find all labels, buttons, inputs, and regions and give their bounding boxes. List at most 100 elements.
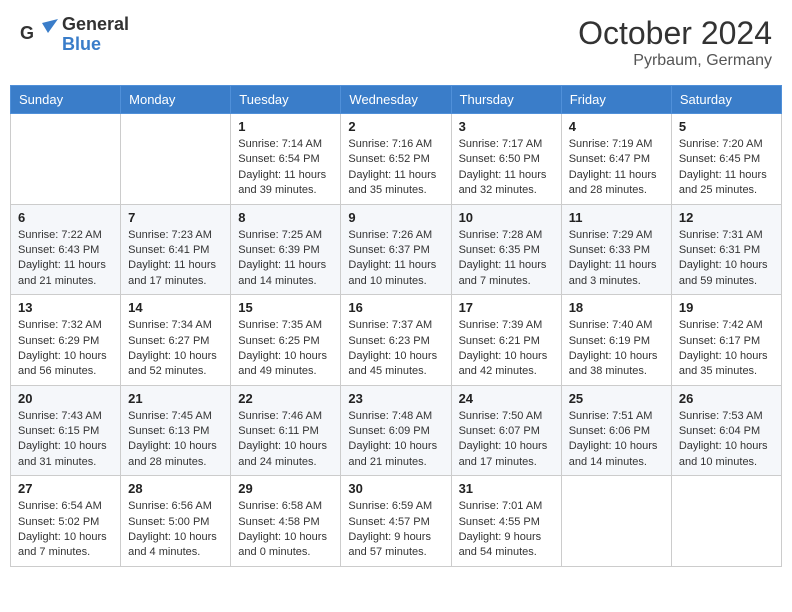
day-number: 23 [348, 391, 443, 406]
day-info: Sunrise: 7:37 AMSunset: 6:23 PMDaylight:… [348, 318, 443, 380]
calendar-cell: 27 Sunrise: 6:54 AMSunset: 5:02 PMDayligh… [11, 476, 121, 567]
day-number: 15 [238, 300, 333, 315]
week-row-4: 20 Sunrise: 7:43 AMSunset: 6:15 PMDayligh… [11, 385, 782, 476]
calendar-cell [11, 114, 121, 205]
page-header: G General Blue October 2024 Pyrbaum, Ger… [10, 10, 782, 75]
day-info: Sunrise: 7:20 AMSunset: 6:45 PMDaylight:… [679, 137, 774, 199]
day-number: 26 [679, 391, 774, 406]
day-info: Sunrise: 7:45 AMSunset: 6:13 PMDaylight:… [128, 409, 223, 471]
day-info: Sunrise: 7:25 AMSunset: 6:39 PMDaylight:… [238, 228, 333, 290]
calendar-cell: 22Sunrise: 7:46 AMSunset: 6:11 PMDayligh… [231, 385, 341, 476]
calendar-cell: 5 Sunrise: 7:20 AMSunset: 6:45 PMDaylight… [671, 114, 781, 205]
week-row-5: 27 Sunrise: 6:54 AMSunset: 5:02 PMDayligh… [11, 476, 782, 567]
day-info: Sunrise: 7:32 AMSunset: 6:29 PMDaylight:… [18, 318, 113, 380]
logo-line2: Blue [62, 35, 129, 55]
day-info: Sunrise: 7:22 AMSunset: 6:43 PMDaylight:… [18, 228, 113, 290]
calendar-cell: 13 Sunrise: 7:32 AMSunset: 6:29 PMDayligh… [11, 295, 121, 386]
day-number: 3 [459, 119, 554, 134]
day-number: 27 [18, 481, 113, 496]
calendar-cell: 30 Sunrise: 6:59 AMSunset: 4:57 PMDayligh… [341, 476, 451, 567]
day-info: Sunrise: 7:29 AMSunset: 6:33 PMDaylight:… [569, 228, 664, 290]
day-number: 19 [679, 300, 774, 315]
day-info: Sunrise: 7:42 AMSunset: 6:17 PMDaylight:… [679, 318, 774, 380]
calendar-cell: 24 Sunrise: 7:50 AMSunset: 6:07 PMDayligh… [451, 385, 561, 476]
day-info: Sunrise: 6:56 AMSunset: 5:00 PMDaylight:… [128, 499, 223, 561]
logo-icon: G [20, 19, 58, 51]
calendar-cell: 2 Sunrise: 7:16 AMSunset: 6:52 PMDaylight… [341, 114, 451, 205]
week-row-1: 1 Sunrise: 7:14 AMSunset: 6:54 PMDaylight… [11, 114, 782, 205]
day-info: Sunrise: 7:35 AMSunset: 6:25 PMDaylight:… [238, 318, 333, 380]
day-number: 17 [459, 300, 554, 315]
calendar-cell: 31 Sunrise: 7:01 AMSunset: 4:55 PMDayligh… [451, 476, 561, 567]
calendar-cell: 20 Sunrise: 7:43 AMSunset: 6:15 PMDayligh… [11, 385, 121, 476]
day-info: Sunrise: 7:39 AMSunset: 6:21 PMDaylight:… [459, 318, 554, 380]
day-number: 11 [569, 210, 664, 225]
day-info: Sunrise: 7:51 AMSunset: 6:06 PMDaylight:… [569, 409, 664, 471]
calendar-cell: 19 Sunrise: 7:42 AMSunset: 6:17 PMDayligh… [671, 295, 781, 386]
calendar-cell: 1 Sunrise: 7:14 AMSunset: 6:54 PMDaylight… [231, 114, 341, 205]
day-number: 22 [238, 391, 333, 406]
calendar-cell: 3Sunrise: 7:17 AMSunset: 6:50 PMDaylight… [451, 114, 561, 205]
day-number: 28 [128, 481, 223, 496]
month-year: October 2024 [578, 15, 772, 52]
logo-line1: General [62, 15, 129, 35]
calendar-cell: 15 Sunrise: 7:35 AMSunset: 6:25 PMDayligh… [231, 295, 341, 386]
logo: G General Blue [20, 15, 129, 55]
day-number: 16 [348, 300, 443, 315]
calendar-cell: 23 Sunrise: 7:48 AMSunset: 6:09 PMDayligh… [341, 385, 451, 476]
day-info: Sunrise: 7:43 AMSunset: 6:15 PMDaylight:… [18, 409, 113, 471]
day-info: Sunrise: 7:48 AMSunset: 6:09 PMDaylight:… [348, 409, 443, 471]
day-number: 2 [348, 119, 443, 134]
weekday-header-friday: Friday [561, 86, 671, 114]
day-number: 6 [18, 210, 113, 225]
day-number: 14 [128, 300, 223, 315]
calendar-cell: 4Sunrise: 7:19 AMSunset: 6:47 PMDaylight… [561, 114, 671, 205]
day-info: Sunrise: 7:16 AMSunset: 6:52 PMDaylight:… [348, 137, 443, 199]
calendar-cell: 8 Sunrise: 7:25 AMSunset: 6:39 PMDaylight… [231, 204, 341, 295]
day-number: 30 [348, 481, 443, 496]
calendar-cell: 21 Sunrise: 7:45 AMSunset: 6:13 PMDayligh… [121, 385, 231, 476]
day-info: Sunrise: 7:14 AMSunset: 6:54 PMDaylight:… [238, 137, 333, 199]
day-number: 5 [679, 119, 774, 134]
calendar-cell: 28 Sunrise: 6:56 AMSunset: 5:00 PMDayligh… [121, 476, 231, 567]
day-number: 18 [569, 300, 664, 315]
day-number: 24 [459, 391, 554, 406]
calendar-cell [561, 476, 671, 567]
day-info: Sunrise: 6:59 AMSunset: 4:57 PMDaylight:… [348, 499, 443, 561]
day-info: Sunrise: 7:50 AMSunset: 6:07 PMDaylight:… [459, 409, 554, 471]
calendar-cell: 12 Sunrise: 7:31 AMSunset: 6:31 PMDayligh… [671, 204, 781, 295]
day-info: Sunrise: 6:58 AMSunset: 4:58 PMDaylight:… [238, 499, 333, 561]
calendar-cell: 6 Sunrise: 7:22 AMSunset: 6:43 PMDaylight… [11, 204, 121, 295]
calendar-cell: 10Sunrise: 7:28 AMSunset: 6:35 PMDayligh… [451, 204, 561, 295]
day-number: 13 [18, 300, 113, 315]
day-info: Sunrise: 7:31 AMSunset: 6:31 PMDaylight:… [679, 228, 774, 290]
day-number: 21 [128, 391, 223, 406]
calendar-cell: 17 Sunrise: 7:39 AMSunset: 6:21 PMDayligh… [451, 295, 561, 386]
week-row-2: 6 Sunrise: 7:22 AMSunset: 6:43 PMDaylight… [11, 204, 782, 295]
weekday-header-tuesday: Tuesday [231, 86, 341, 114]
calendar-cell: 9 Sunrise: 7:26 AMSunset: 6:37 PMDaylight… [341, 204, 451, 295]
weekday-header-monday: Monday [121, 86, 231, 114]
day-number: 12 [679, 210, 774, 225]
day-number: 9 [348, 210, 443, 225]
day-info: Sunrise: 7:26 AMSunset: 6:37 PMDaylight:… [348, 228, 443, 290]
day-number: 1 [238, 119, 333, 134]
calendar-cell [121, 114, 231, 205]
weekday-header-thursday: Thursday [451, 86, 561, 114]
day-info: Sunrise: 7:01 AMSunset: 4:55 PMDaylight:… [459, 499, 554, 561]
day-number: 8 [238, 210, 333, 225]
day-number: 7 [128, 210, 223, 225]
day-info: Sunrise: 7:53 AMSunset: 6:04 PMDaylight:… [679, 409, 774, 471]
calendar-cell: 25Sunrise: 7:51 AMSunset: 6:06 PMDayligh… [561, 385, 671, 476]
day-number: 20 [18, 391, 113, 406]
day-number: 31 [459, 481, 554, 496]
day-info: Sunrise: 7:34 AMSunset: 6:27 PMDaylight:… [128, 318, 223, 380]
calendar-cell: 29Sunrise: 6:58 AMSunset: 4:58 PMDayligh… [231, 476, 341, 567]
day-info: Sunrise: 7:40 AMSunset: 6:19 PMDaylight:… [569, 318, 664, 380]
calendar-cell: 18 Sunrise: 7:40 AMSunset: 6:19 PMDayligh… [561, 295, 671, 386]
day-info: Sunrise: 7:23 AMSunset: 6:41 PMDaylight:… [128, 228, 223, 290]
day-info: Sunrise: 6:54 AMSunset: 5:02 PMDaylight:… [18, 499, 113, 561]
calendar-cell: 26 Sunrise: 7:53 AMSunset: 6:04 PMDayligh… [671, 385, 781, 476]
svg-text:G: G [20, 23, 34, 43]
calendar-cell [671, 476, 781, 567]
